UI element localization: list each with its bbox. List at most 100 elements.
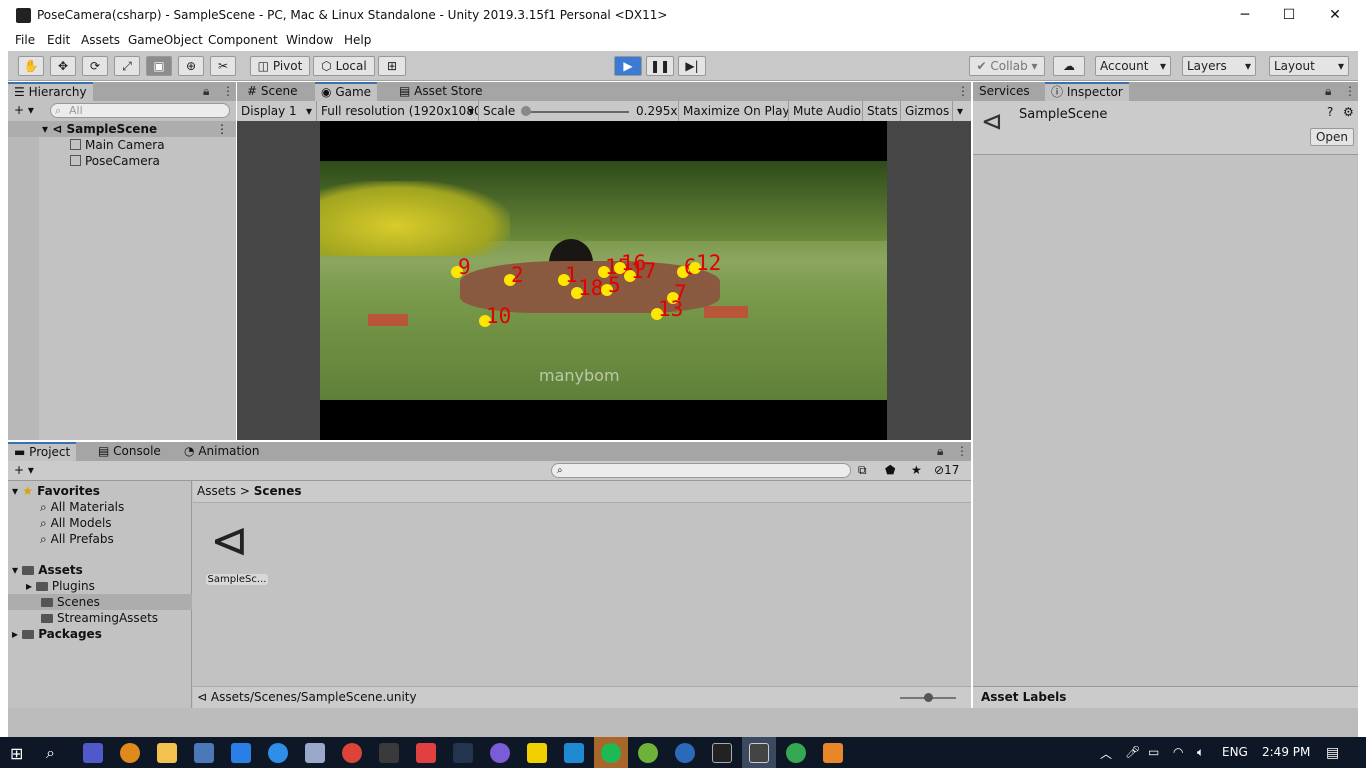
chrome-icon[interactable] [342,743,362,763]
vscode-icon[interactable] [564,743,584,763]
search-icon[interactable]: ⌕ [46,743,55,763]
chrome-icon[interactable] [786,743,806,763]
tab-animation[interactable]: ◔ Animation [178,442,266,461]
tab-game[interactable]: ◉ Game [315,82,378,101]
scale-slider[interactable]: Scale 0.295x [479,101,679,121]
volume-icon[interactable]: 🔈︎ [1197,745,1204,760]
notifications-icon[interactable]: ▤ [1326,745,1339,761]
gizmos-dropdown-icon[interactable]: ▾ [953,101,971,121]
tab-console[interactable]: ▤ Console [92,442,167,461]
tab-project[interactable]: ▬ Project [8,442,77,461]
custom-tool-icon[interactable]: ✂ [210,56,236,76]
maximize-on-play-toggle[interactable]: Maximize On Play [679,101,789,121]
kebab-menu-icon[interactable]: ⋮ [222,82,234,101]
battery-icon[interactable]: ▭ [1148,745,1159,759]
minimize-button[interactable]: ─ [1222,0,1268,31]
asset-labels-header[interactable]: Asset Labels [973,686,1358,708]
mute-audio-toggle[interactable]: Mute Audio [789,101,863,121]
gizmos-toggle[interactable]: Gizmos [901,101,953,121]
scale-tool-icon[interactable]: ⤢ [114,56,140,76]
scale-thumb[interactable] [521,106,531,116]
display-dropdown[interactable]: Display 1 ▾ [237,101,317,121]
hand-tool-icon[interactable]: ✋ [18,56,44,76]
kebab-menu-icon[interactable]: ⋮ [956,442,968,461]
app-icon[interactable] [490,743,510,763]
tab-hierarchy[interactable]: ☰ Hierarchy [8,82,93,101]
sublime-icon[interactable] [823,743,843,763]
teams-icon[interactable] [83,743,103,763]
app-icon[interactable] [675,743,695,763]
help-icon[interactable]: ? [1327,105,1333,119]
lock-icon[interactable]: 🔒︎ [1325,82,1331,101]
filter-by-type-icon[interactable]: ⧉ [858,463,867,478]
breadcrumb-root[interactable]: Assets [197,484,236,498]
todo-icon[interactable] [231,743,251,763]
step-button[interactable]: ▶| [678,56,706,76]
menu-help[interactable]: Help [344,33,371,47]
asset-tile[interactable]: ⊲ SampleSc... [206,512,268,590]
app-icon[interactable] [416,743,436,763]
rotate-tool-icon[interactable]: ⟳ [82,56,108,76]
tab-scene[interactable]: # Scene [241,82,303,101]
app-icon[interactable] [120,743,140,763]
favorites-node[interactable]: ▾ ★ Favorites [12,483,100,499]
hierarchy-item[interactable]: PoseCamera [70,153,160,169]
sticky-notes-icon[interactable] [527,743,547,763]
spotify-icon[interactable] [601,743,621,763]
folder-item[interactable]: StreamingAssets [41,610,158,626]
app-icon[interactable] [305,743,325,763]
project-search-input[interactable]: ⌕ [551,463,851,478]
kebab-menu-icon[interactable]: ⋮ [1344,82,1356,101]
folder-item[interactable]: ▸ Plugins [26,578,95,594]
menu-file[interactable]: File [15,33,35,47]
tray-chevron-icon[interactable]: ︿ [1100,745,1112,762]
tab-inspector[interactable]: ⓘ Inspector [1045,82,1129,101]
account-dropdown[interactable]: Account ▾ [1095,56,1171,76]
app-icon[interactable] [194,743,214,763]
snap-icon[interactable]: ⊞ [378,56,406,76]
transform-tool-icon[interactable]: ⊕ [178,56,204,76]
add-dropdown[interactable]: + ▾ [14,103,34,117]
app-icon[interactable] [379,743,399,763]
play-button[interactable]: ▶ [614,56,642,76]
gear-icon[interactable]: ⚙ [1343,105,1354,119]
app-icon[interactable] [268,743,288,763]
close-button[interactable]: ✕ [1312,0,1358,31]
terminal-icon[interactable] [712,743,732,763]
menu-component[interactable]: Component [208,33,278,47]
menu-edit[interactable]: Edit [47,33,70,47]
hierarchy-item[interactable]: Main Camera [70,137,165,153]
unity-icon[interactable] [749,743,769,763]
menu-assets[interactable]: Assets [81,33,120,47]
hierarchy-search-input[interactable]: ⌕ All [50,103,230,118]
favorite-item[interactable]: ⌕ All Prefabs [40,531,114,547]
windows-start-icon[interactable]: ⊞ [10,744,23,763]
icon-size-slider[interactable] [924,693,933,702]
favorite-item[interactable]: ⌕ All Models [40,515,112,531]
pause-button[interactable]: ❚❚ [646,56,674,76]
tab-services[interactable]: Services [973,82,1036,101]
stats-toggle[interactable]: Stats [863,101,901,121]
hidden-packages-toggle[interactable]: ⊘17 [934,463,959,477]
language-indicator[interactable]: ENG [1222,745,1248,759]
collab-button[interactable]: ✔ Collab ▾ [969,56,1045,76]
cloud-icon[interactable]: ☁ [1053,56,1085,76]
lock-icon[interactable]: 🔒︎ [937,442,943,461]
lock-icon[interactable]: 🔒︎ [203,82,209,101]
tab-asset-store[interactable]: ▤ Asset Store [393,82,489,101]
create-dropdown[interactable]: + ▾ [14,463,34,477]
breadcrumb-current[interactable]: Scenes [254,484,302,498]
assets-node[interactable]: ▾ Assets [12,562,83,578]
kebab-menu-icon[interactable]: ⋮ [957,82,969,101]
menu-gameobject[interactable]: GameObject [128,33,203,47]
menu-window[interactable]: Window [286,33,333,47]
rect-tool-icon[interactable]: ▣ [146,56,172,76]
utorrent-icon[interactable] [638,743,658,763]
scene-row[interactable]: ▾ ⊲ SampleScene ⋮ [8,121,236,137]
filter-by-label-icon[interactable]: ⬟ [885,463,895,477]
layout-dropdown[interactable]: Layout ▾ [1269,56,1349,76]
open-button[interactable]: Open [1310,128,1354,146]
kebab-menu-icon[interactable]: ⋮ [216,121,228,137]
clock[interactable]: 2:49 PM [1262,745,1310,759]
favorite-item[interactable]: ⌕ All Materials [40,499,124,515]
